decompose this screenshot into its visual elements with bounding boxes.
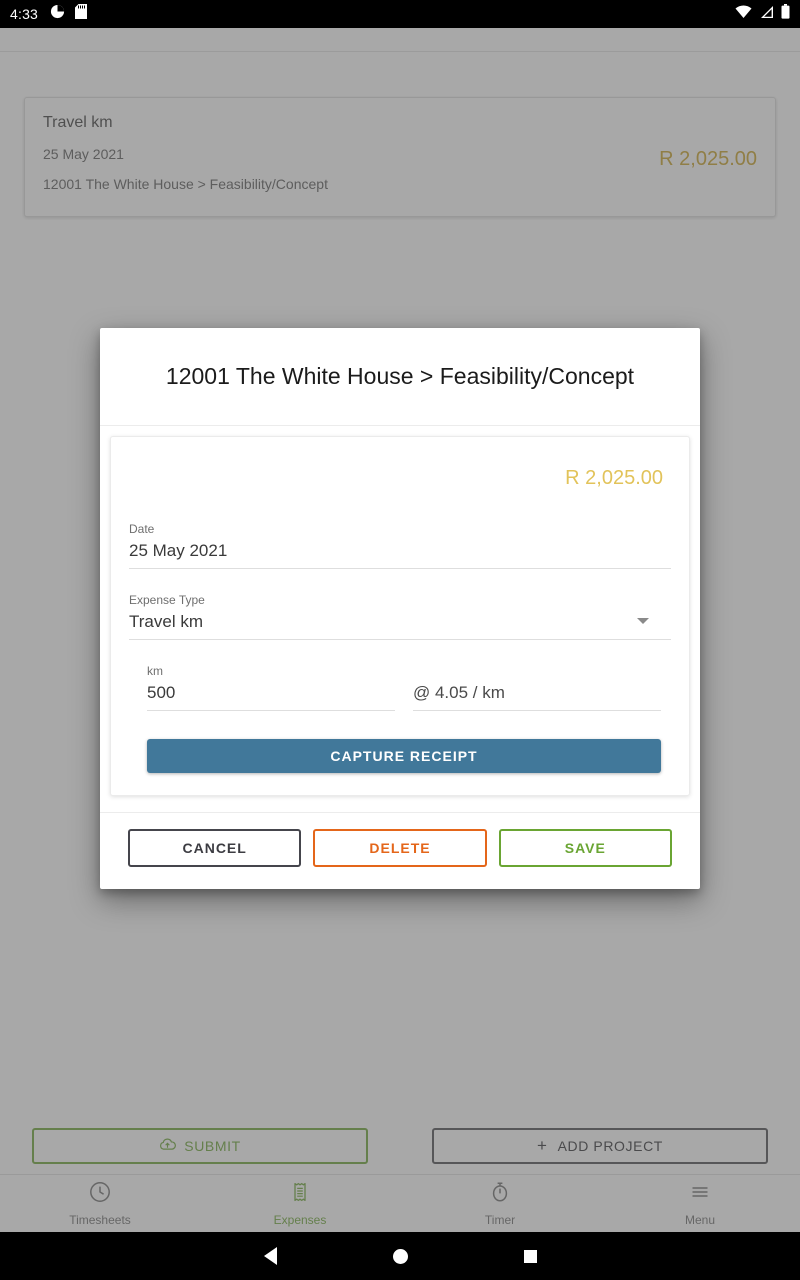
app-screen: 4:33 Travel km 2 (0, 0, 800, 1280)
rate-field: @ 4.05 / km (413, 664, 661, 711)
date-field-label: Date (129, 522, 155, 536)
delete-button[interactable]: DELETE (313, 829, 487, 867)
android-recents-slot[interactable] (465, 1249, 595, 1263)
capture-receipt-button[interactable]: CAPTURE RECEIPT (147, 739, 661, 773)
save-button-label: SAVE (564, 840, 606, 856)
km-field-value: 500 (147, 683, 176, 702)
km-field-underline: km 500 (147, 664, 395, 711)
dialog-amount-row: R 2,025.00 (129, 455, 671, 506)
dialog-action-row: CANCEL DELETE SAVE (100, 812, 700, 889)
rate-field-underline: @ 4.05 / km (413, 664, 661, 711)
km-field-label: km (147, 664, 163, 678)
dialog-amount-text: R 2,025.00 (565, 467, 663, 489)
date-field[interactable]: Date 25 May 2021 (129, 506, 671, 569)
save-button[interactable]: SAVE (498, 829, 672, 867)
android-back-slot[interactable] (205, 1247, 335, 1265)
date-field-value: 25 May 2021 (129, 541, 228, 560)
recents-icon[interactable] (523, 1249, 537, 1263)
date-field-underline: Date 25 May 2021 (129, 522, 671, 569)
status-bar-clock: 4:33 (10, 6, 39, 22)
data-saver-icon (50, 4, 65, 24)
dialog-body: R 2,025.00 Date 25 May 2021 Expense Type… (100, 426, 700, 812)
expense-type-field-underline: Expense Type Travel km (129, 593, 671, 640)
dialog-title: 12001 The White House > Feasibility/Conc… (165, 363, 635, 389)
expense-type-field-label: Expense Type (129, 593, 205, 607)
wifi-icon (735, 4, 752, 24)
status-bar-right-icons (735, 4, 790, 24)
status-bar-left-icons (50, 4, 88, 24)
android-home-slot[interactable] (335, 1248, 465, 1264)
expense-type-field[interactable]: Expense Type Travel km (129, 577, 671, 640)
km-field[interactable]: km 500 (147, 664, 395, 711)
chevron-down-icon[interactable] (637, 618, 649, 624)
cancel-button[interactable]: CANCEL (128, 829, 302, 867)
expense-type-field-value: Travel km (129, 612, 203, 631)
delete-button-label: DELETE (369, 840, 431, 856)
edit-expense-dialog: 12001 The White House > Feasibility/Conc… (100, 328, 700, 889)
back-icon[interactable] (263, 1247, 277, 1265)
android-navigation-bar (0, 1232, 800, 1280)
rate-field-value: @ 4.05 / km (413, 683, 505, 702)
expense-detail-card: R 2,025.00 Date 25 May 2021 Expense Type… (110, 436, 690, 796)
capture-receipt-button-label: CAPTURE RECEIPT (330, 748, 478, 764)
cellular-signal-icon (759, 5, 774, 24)
km-and-rate-row: km 500 @ 4.05 / km (129, 648, 671, 711)
dialog-header: 12001 The White House > Feasibility/Conc… (100, 328, 700, 426)
battery-icon (781, 4, 790, 24)
cancel-button-label: CANCEL (182, 840, 247, 856)
status-bar: 4:33 (0, 0, 800, 28)
sd-card-icon (75, 4, 88, 24)
home-icon[interactable] (392, 1248, 408, 1264)
